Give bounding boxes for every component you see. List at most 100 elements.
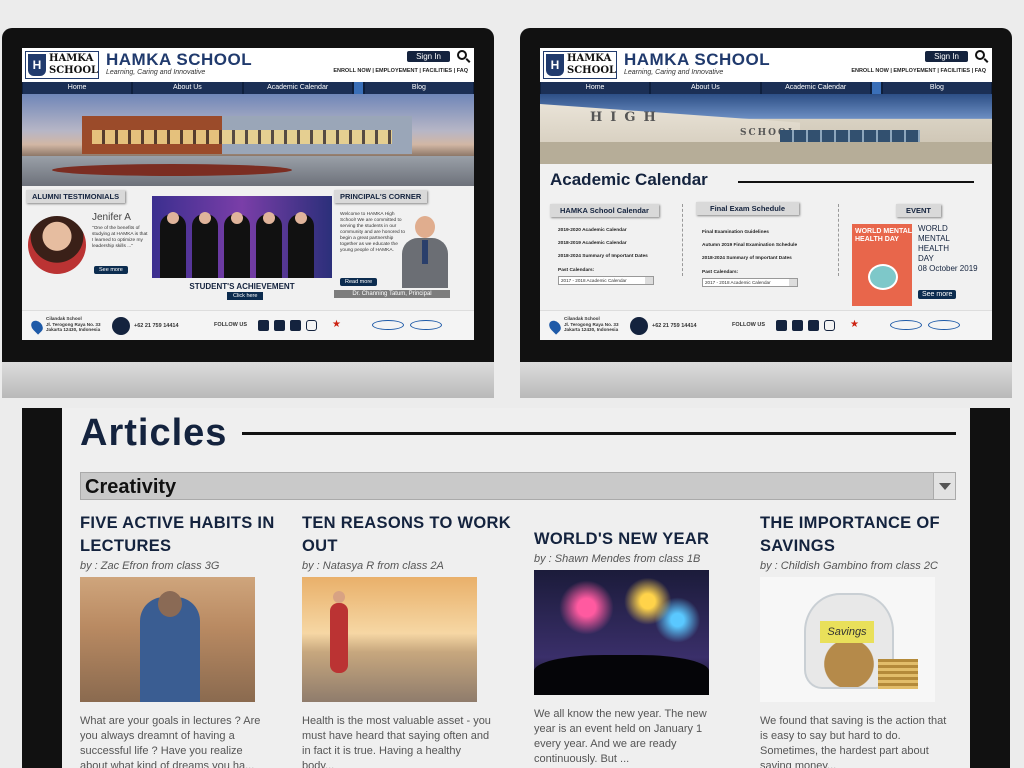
home-page-screen: H HAMKA SCHOOL HAMKA SCHOOL Learning, Car… xyxy=(22,48,474,340)
search-icon[interactable] xyxy=(975,50,985,60)
calendar-link[interactable]: 2019-2020 Academic Calendar xyxy=(558,228,627,233)
calendar-link[interactable]: 2018-2024 Summary of Important Dates xyxy=(558,254,648,259)
past-calendar-select[interactable]: 2017 - 2018 Academic Calendar xyxy=(702,278,798,287)
student-figure xyxy=(288,212,314,278)
nav-home[interactable]: Home xyxy=(23,82,132,94)
phone-number: +62 21 759 14414 xyxy=(652,323,697,329)
academic-body: Academic Calendar HAMKA School Calendar … xyxy=(540,164,992,308)
article-image[interactable] xyxy=(302,577,477,702)
nav-about-us[interactable]: About Us xyxy=(133,82,242,94)
brand-tagline: Learning, Caring and Innovative xyxy=(106,69,206,76)
article-excerpt: What are your goals in lectures ? Are yo… xyxy=(80,715,261,768)
read-more-button[interactable]: Read more xyxy=(340,278,378,286)
article-title[interactable]: WORLD'S NEW YEAR xyxy=(534,528,744,551)
ground xyxy=(540,142,992,164)
school-logo[interactable]: H HAMKA SCHOOL xyxy=(25,51,99,79)
school-logo[interactable]: H HAMKA SCHOOL xyxy=(543,51,617,79)
exam-link[interactable]: Autumn 2019 Final Examination Schedule xyxy=(702,243,797,248)
article-image[interactable]: Savings xyxy=(760,577,935,702)
article-author: by : Shawn Mendes from class 1B xyxy=(534,553,701,565)
site-footer: Cilandak School Jl. Terogong Raya No. 33 J… xyxy=(22,310,474,340)
chevron-down-icon[interactable] xyxy=(933,473,955,499)
nav-blog[interactable]: Blog xyxy=(364,82,473,94)
article-card[interactable]: FIVE ACTIVE HABITS IN LECTURES by : Zac … xyxy=(80,512,290,768)
exam-link[interactable]: Final Examination Guidelines xyxy=(702,230,769,235)
site-header: H HAMKA SCHOOL HAMKA SCHOOL Learning, Car… xyxy=(22,48,474,82)
sign-in-button[interactable]: Sign In xyxy=(925,51,968,62)
cursor-badge-icon xyxy=(353,82,363,94)
school-building xyxy=(82,116,412,154)
top-links[interactable]: ENROLL NOW | EMPLOYEMENT | FACILITIES | … xyxy=(333,68,468,74)
category-dropdown[interactable]: Creativity xyxy=(80,472,956,500)
twitter-icon[interactable] xyxy=(274,320,285,331)
runner-figure xyxy=(330,591,348,673)
article-excerpt: We all know the new year. The new year i… xyxy=(534,708,707,765)
nav-academic-calendar[interactable]: Academic Calendar xyxy=(761,82,870,94)
shield-icon: H xyxy=(28,54,46,76)
main-nav: Home About Us Academic Calendar Blog xyxy=(540,82,992,94)
academic-monitor: H HAMKA SCHOOL HAMKA SCHOOL Learning, Car… xyxy=(520,28,1012,398)
brand-tagline: Learning, Caring and Innovative xyxy=(624,69,724,76)
sign-in-button[interactable]: Sign In xyxy=(407,51,450,62)
article-card[interactable]: THE IMPORTANCE OF SAVINGS by : Childish … xyxy=(760,512,970,768)
article-title[interactable]: FIVE ACTIVE HABITS IN LECTURES xyxy=(80,512,290,558)
category-selected-value: Creativity xyxy=(85,476,177,498)
article-card[interactable]: WORLD'S NEW YEAR by : Shawn Mendes from … xyxy=(534,528,744,767)
instagram-icon[interactable] xyxy=(824,320,835,331)
hero-image: HIGH SCHOOL xyxy=(540,94,992,164)
event-heading: EVENT xyxy=(896,204,942,217)
past-calendars-label: Past Calendars: xyxy=(702,270,739,275)
event-see-more-button[interactable]: See more xyxy=(918,290,957,299)
star-icon: ★ xyxy=(850,319,859,330)
logo-text: HAMKA SCHOOL xyxy=(49,53,99,76)
cursor-badge-icon xyxy=(871,82,881,94)
principal-tie xyxy=(422,240,428,264)
alumni-quote: "One of the benefits of studying at HAMK… xyxy=(92,226,148,249)
articles-page-screen: Articles Creativity FIVE ACTIVE HABITS I… xyxy=(62,408,970,768)
brain-icon xyxy=(868,264,898,290)
apple-logo-icon xyxy=(239,370,257,390)
home-monitor: H HAMKA SCHOOL HAMKA SCHOOL Learning, Car… xyxy=(2,28,494,398)
main-nav: Home About Us Academic Calendar Blog xyxy=(22,82,474,94)
nav-blog[interactable]: Blog xyxy=(882,82,991,94)
youtube-icon[interactable] xyxy=(290,320,301,331)
search-icon[interactable] xyxy=(457,50,467,60)
top-links[interactable]: ENROLL NOW | EMPLOYEMENT | FACILITIES | … xyxy=(851,68,986,74)
partner-logo xyxy=(928,320,960,330)
article-author: by : Natasya R from class 2A xyxy=(302,560,444,572)
event-details: WORLD MENTAL HEALTH DAY 08 October 2019 xyxy=(918,224,978,273)
alumni-see-more-button[interactable]: See more xyxy=(94,266,128,274)
twitter-icon[interactable] xyxy=(792,320,803,331)
nav-home[interactable]: Home xyxy=(541,82,650,94)
facebook-icon[interactable] xyxy=(258,320,269,331)
article-title[interactable]: TEN REASONS TO WORK OUT xyxy=(302,512,512,558)
click-here-button[interactable]: Click here xyxy=(227,292,264,300)
article-author: by : Childish Gambino from class 2C xyxy=(760,560,938,572)
article-card[interactable]: TEN REASONS TO WORK OUT by : Natasya R f… xyxy=(302,512,512,768)
address: Cilandak School Jl. Terogong Raya No. 33 J… xyxy=(564,316,619,332)
logo-text: HAMKA SCHOOL xyxy=(567,53,617,76)
nav-about-us[interactable]: About Us xyxy=(651,82,760,94)
calendar-link[interactable]: 2018-2019 Academic Calendar xyxy=(558,241,627,246)
youtube-icon[interactable] xyxy=(808,320,819,331)
principal-name: Dr. Channing Tatum, Principal xyxy=(334,290,450,298)
article-image[interactable] xyxy=(534,570,709,695)
student-figure xyxy=(224,212,250,278)
instagram-icon[interactable] xyxy=(306,320,317,331)
student-figure xyxy=(192,212,218,278)
past-calendar-select[interactable]: 2017 - 2018 Academic Calendar xyxy=(558,276,654,285)
monitor-chin xyxy=(2,362,494,398)
facebook-icon[interactable] xyxy=(776,320,787,331)
article-title[interactable]: THE IMPORTANCE OF SAVINGS xyxy=(760,512,970,558)
phone-icon xyxy=(112,317,130,335)
exam-link[interactable]: 2018-2024 Summary of Important Dates xyxy=(702,256,792,261)
article-image[interactable] xyxy=(80,577,255,702)
crowd-silhouette xyxy=(534,655,709,695)
nav-academic-calendar[interactable]: Academic Calendar xyxy=(243,82,352,94)
principal-welcome-text: Welcome to HAMKA High School! We are com… xyxy=(340,212,406,253)
phone-icon xyxy=(630,317,648,335)
student-figure xyxy=(256,212,282,278)
student-achievement-label: STUDENT'S ACHIEVEMENT xyxy=(189,282,295,291)
home-body: ALUMNI TESTIMONIALS Jenifer A "One of th… xyxy=(22,186,474,308)
address: Cilandak School Jl. Terogong Raya No. 33 J… xyxy=(46,316,101,332)
